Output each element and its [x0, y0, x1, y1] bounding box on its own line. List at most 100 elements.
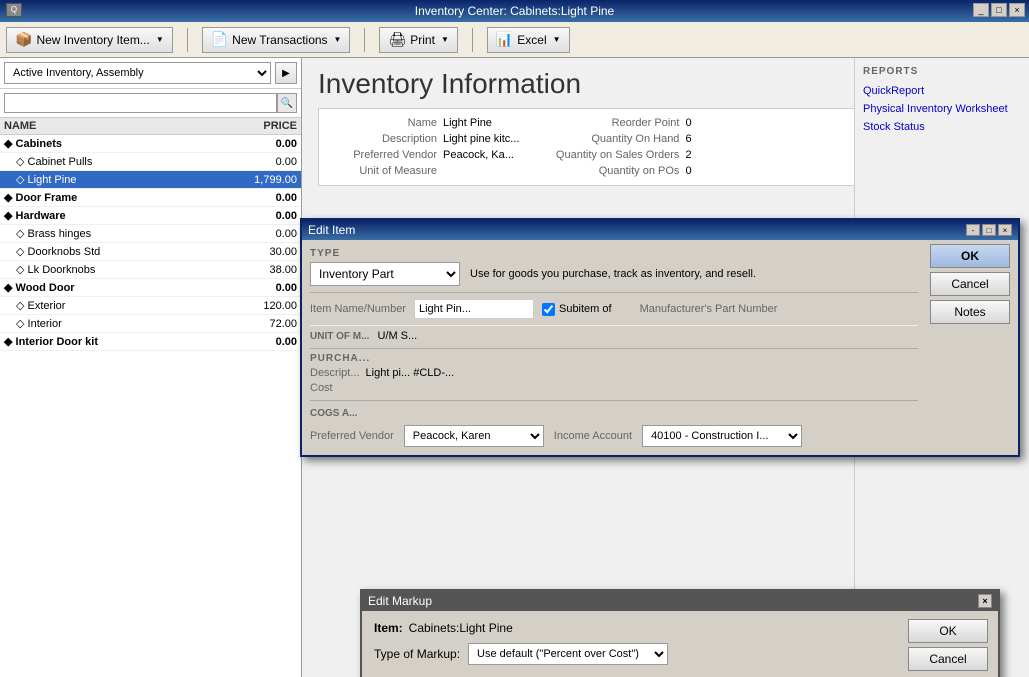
edit-item-maximize[interactable]: □: [982, 224, 996, 236]
physical-inventory-link[interactable]: Physical Inventory Worksheet: [863, 103, 1021, 115]
item-name: ◇ Brass hinges: [16, 227, 227, 240]
markup-close-btn[interactable]: ×: [978, 594, 992, 608]
item-name: ◆ Cabinets: [4, 137, 227, 150]
excel-icon: 📊: [496, 31, 513, 48]
item-price: 0.00: [227, 210, 297, 222]
list-item[interactable]: ◇ Lk Doorknobs 38.00: [0, 261, 301, 279]
window-controls[interactable]: _ □ ×: [973, 3, 1025, 17]
stock-status-link[interactable]: Stock Status: [863, 121, 1021, 133]
cogs-label: COGS A...: [310, 408, 357, 419]
list-item[interactable]: ◇ Exterior 120.00: [0, 297, 301, 315]
item-name: ◇ Exterior: [16, 299, 227, 312]
preferred-vendor-select[interactable]: Peacock, Karen: [404, 425, 544, 447]
uom-row: UNIT OF M... U/M S...: [310, 325, 918, 342]
col-name-header: NAME: [4, 120, 227, 132]
name-label: Name: [327, 117, 437, 129]
item-price: 0.00: [227, 192, 297, 204]
item-price: 72.00: [227, 318, 297, 330]
qty-hand-value: 6: [685, 133, 691, 145]
markup-type-row: Type of Markup: Use default ("Percent ov…: [374, 643, 898, 665]
toolbar: 📦 New Inventory Item... ▼ 📄 New Transact…: [0, 22, 1029, 58]
list-item[interactable]: ◇ Doorknobs Std 30.00: [0, 243, 301, 261]
markup-type-select[interactable]: Use default ("Percent over Cost"): [468, 643, 668, 665]
purchase-desc-value: Light pi... #CLD-...: [366, 367, 455, 379]
list-item[interactable]: ◆ Wood Door 0.00: [0, 279, 301, 297]
uom-section-label: UNIT OF M...: [310, 331, 369, 342]
info-left-col: Name Light Pine Description Light pine k…: [327, 117, 519, 177]
pv-label: Preferred Vendor: [310, 430, 394, 442]
qty-hand-label: Quantity On Hand: [539, 133, 679, 145]
item-name-input[interactable]: [414, 299, 534, 319]
item-price: 0.00: [227, 228, 297, 240]
minimize-btn[interactable]: _: [973, 3, 989, 17]
qty-sales-row: Quantity on Sales Orders 2: [539, 149, 691, 161]
excel-btn[interactable]: 📊 Excel ▼: [487, 27, 570, 53]
edit-markup-title: Edit Markup: [368, 594, 432, 608]
edit-item-dialog: Edit Item - □ × TYPE Inventory Part Use …: [300, 218, 1020, 457]
list-item[interactable]: ◇ Interior 72.00: [0, 315, 301, 333]
name-row: Name Light Pine: [327, 117, 519, 129]
new-inventory-label: New Inventory Item...: [36, 33, 149, 47]
col-price-header: PRICE: [227, 120, 297, 132]
name-value: Light Pine: [443, 117, 492, 129]
info-right-col: Reorder Point 0 Quantity On Hand 6 Quant…: [539, 117, 691, 177]
print-dropdown-icon: ▼: [441, 35, 449, 44]
edit-item-minimize[interactable]: -: [966, 224, 980, 236]
qty-pos-value: 0: [685, 165, 691, 177]
print-btn[interactable]: 🖨 Print ▼: [379, 27, 457, 53]
list-item[interactable]: ◆ Door Frame 0.00: [0, 189, 301, 207]
excel-label: Excel: [517, 33, 546, 47]
markup-ok-btn[interactable]: OK: [908, 619, 988, 643]
sidebar: Active Inventory, Assembly ▶ 🔍 NAME PRIC…: [0, 58, 302, 677]
edit-item-notes-btn[interactable]: Notes: [930, 300, 1010, 324]
list-item[interactable]: ◆ Interior Door kit 0.00: [0, 333, 301, 351]
item-price: 0.00: [227, 282, 297, 294]
new-inventory-btn[interactable]: 📦 New Inventory Item... ▼: [6, 27, 173, 53]
markup-item-value: Cabinets:Light Pine: [409, 621, 513, 635]
search-btn[interactable]: 🔍: [277, 93, 297, 113]
cost-row: Cost: [310, 382, 918, 394]
markup-content: Item: Cabinets:Light Pine Type of Markup…: [362, 611, 998, 677]
quickreport-link[interactable]: QuickReport: [863, 85, 1021, 97]
item-name: ◇ Cabinet Pulls: [16, 155, 227, 168]
subitem-checkbox[interactable]: [542, 303, 555, 316]
edit-item-title-bar[interactable]: Edit Item - □ ×: [302, 220, 1018, 240]
sidebar-expand-btn[interactable]: ▶: [275, 62, 297, 84]
item-name: ◆ Interior Door kit: [4, 335, 227, 348]
type-section-label: TYPE: [310, 248, 918, 259]
reorder-row: Reorder Point 0: [539, 117, 691, 129]
list-item[interactable]: ◇ Brass hinges 0.00: [0, 225, 301, 243]
close-btn[interactable]: ×: [1009, 3, 1025, 17]
item-price: 120.00: [227, 300, 297, 312]
edit-item-cancel-btn[interactable]: Cancel: [930, 272, 1010, 296]
list-item[interactable]: ◇ Cabinet Pulls 0.00: [0, 153, 301, 171]
manufacturer-label: Manufacturer's Part Number: [640, 303, 778, 315]
sidebar-table-header: NAME PRICE: [0, 118, 301, 135]
search-input[interactable]: [4, 93, 277, 113]
income-account-select[interactable]: 40100 - Construction I...: [642, 425, 802, 447]
new-transactions-icon: 📄: [211, 31, 228, 48]
edit-item-ok-btn[interactable]: OK: [930, 244, 1010, 268]
filter-dropdown[interactable]: Active Inventory, Assembly: [4, 62, 271, 84]
list-item[interactable]: ◆ Hardware 0.00: [0, 207, 301, 225]
vendor-row: Preferred Vendor Peacock, Ka...: [327, 149, 519, 161]
type-select[interactable]: Inventory Part: [310, 262, 460, 286]
reorder-value: 0: [685, 117, 691, 129]
edit-markup-title-bar[interactable]: Edit Markup ×: [362, 591, 998, 611]
print-icon: 🖨: [388, 31, 406, 48]
markup-cancel-btn[interactable]: Cancel: [908, 647, 988, 671]
list-item[interactable]: ◆ Cabinets 0.00: [0, 135, 301, 153]
type-section: TYPE Inventory Part Use for goods you pu…: [310, 248, 918, 286]
markup-buttons: OK Cancel: [908, 619, 988, 671]
new-transactions-btn[interactable]: 📄 New Transactions ▼: [202, 27, 351, 53]
reports-title: REPORTS: [863, 66, 1021, 77]
list-item-light-pine[interactable]: ◇ Light Pine 1,799.00: [0, 171, 301, 189]
purchase-label: PURCHA...: [310, 353, 918, 364]
subitem-checkbox-label: Subitem of: [542, 303, 612, 316]
sidebar-header: Active Inventory, Assembly ▶: [0, 58, 301, 89]
edit-item-close[interactable]: ×: [998, 224, 1012, 236]
item-price: 0.00: [227, 138, 297, 150]
maximize-btn[interactable]: □: [991, 3, 1007, 17]
purchase-section: PURCHA... Descript... Light pi... #CLD-.…: [310, 348, 918, 394]
sidebar-search-area: 🔍: [0, 89, 301, 118]
